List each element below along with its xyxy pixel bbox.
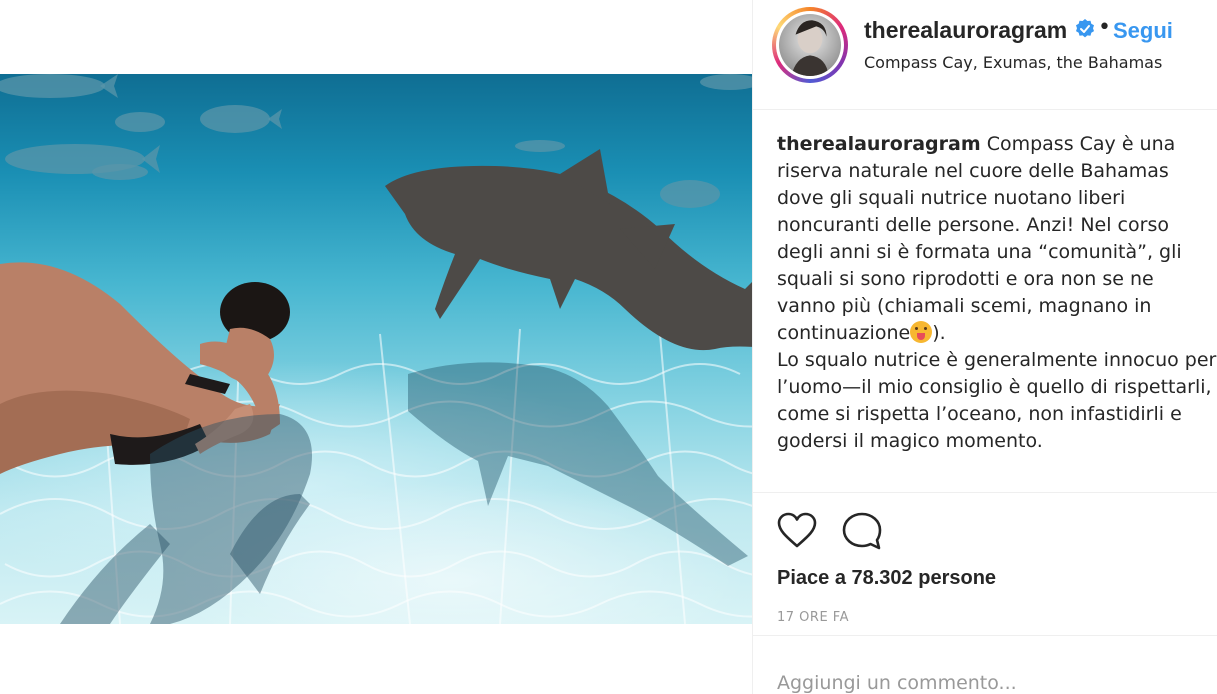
likes-count-link[interactable]: Piace a 78.302 persone: [777, 567, 996, 590]
post-timestamp[interactable]: 17 ORE FA: [777, 610, 849, 625]
caption-paragraph-2: Lo squalo nutrice è generalmente innocuo…: [777, 349, 1217, 452]
verified-badge-icon: [1076, 19, 1094, 38]
post-photo[interactable]: [0, 74, 752, 624]
post-header: therealauroragram • Segui Compass Cay, E…: [753, 0, 1217, 110]
story-ring[interactable]: [772, 7, 848, 83]
comment-bubble-icon[interactable]: [841, 510, 883, 552]
caption-text-1-end: ).: [932, 322, 946, 344]
heart-icon[interactable]: [776, 510, 818, 552]
comment-input[interactable]: [777, 670, 1197, 694]
username-link[interactable]: therealauroragram: [864, 17, 1067, 44]
profile-photo: [791, 20, 829, 76]
post-actions: Piace a 78.302 persone 17 ORE FA: [753, 492, 1217, 632]
post-sidebar: therealauroragram • Segui Compass Cay, E…: [752, 0, 1217, 694]
separator-bullet: •: [1098, 15, 1111, 40]
underwater-scene-image: [0, 74, 752, 624]
caption-paragraph-1: therealauroragram Compass Cay è una rise…: [777, 131, 1217, 347]
caption-text-1: Compass Cay è una riserva naturale nel c…: [777, 133, 1182, 344]
caption: therealauroragram Compass Cay è una rise…: [777, 131, 1217, 488]
follow-button[interactable]: Segui: [1113, 18, 1173, 44]
location-link[interactable]: Compass Cay, Exumas, the Bahamas: [864, 53, 1162, 72]
caption-author-link[interactable]: therealauroragram: [777, 133, 981, 155]
comment-section: [753, 635, 1217, 694]
avatar[interactable]: [779, 14, 841, 76]
tongue-wink-emoji-icon: [910, 321, 933, 343]
